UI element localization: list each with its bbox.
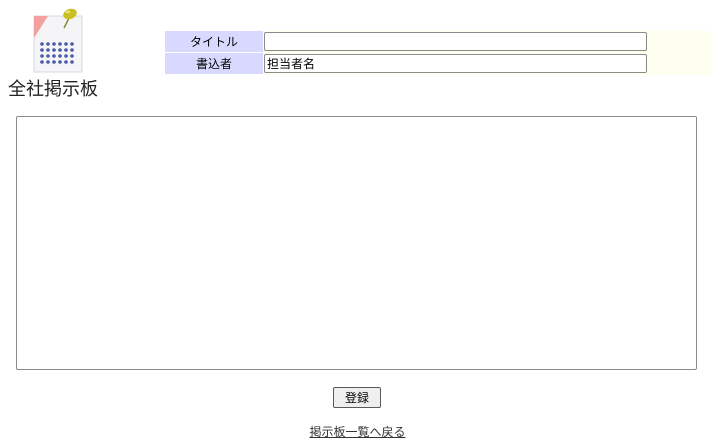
back-link-container: 掲示板一覧へ戻る xyxy=(0,423,715,440)
title-input[interactable] xyxy=(264,32,647,52)
author-input[interactable] xyxy=(264,54,647,73)
title-label: タイトル xyxy=(165,31,263,53)
title-field-cell xyxy=(263,31,650,53)
logo: 全社掲示板 xyxy=(6,6,106,101)
body-textarea[interactable] xyxy=(16,116,697,370)
author-label: 書込者 xyxy=(165,52,263,75)
logo-text: 全社掲示板 xyxy=(8,79,98,100)
post-form-table: タイトル 書込者 xyxy=(165,31,712,75)
back-to-list-link[interactable]: 掲示板一覧へ戻る xyxy=(309,425,405,439)
author-field-cell xyxy=(263,53,650,75)
title-row: タイトル xyxy=(165,31,712,53)
bulletin-board-icon xyxy=(33,8,83,73)
author-row: 書込者 xyxy=(165,52,712,75)
title-row-spacer xyxy=(650,31,712,53)
author-row-spacer xyxy=(650,52,712,75)
submit-button[interactable]: 登録 xyxy=(333,387,381,408)
